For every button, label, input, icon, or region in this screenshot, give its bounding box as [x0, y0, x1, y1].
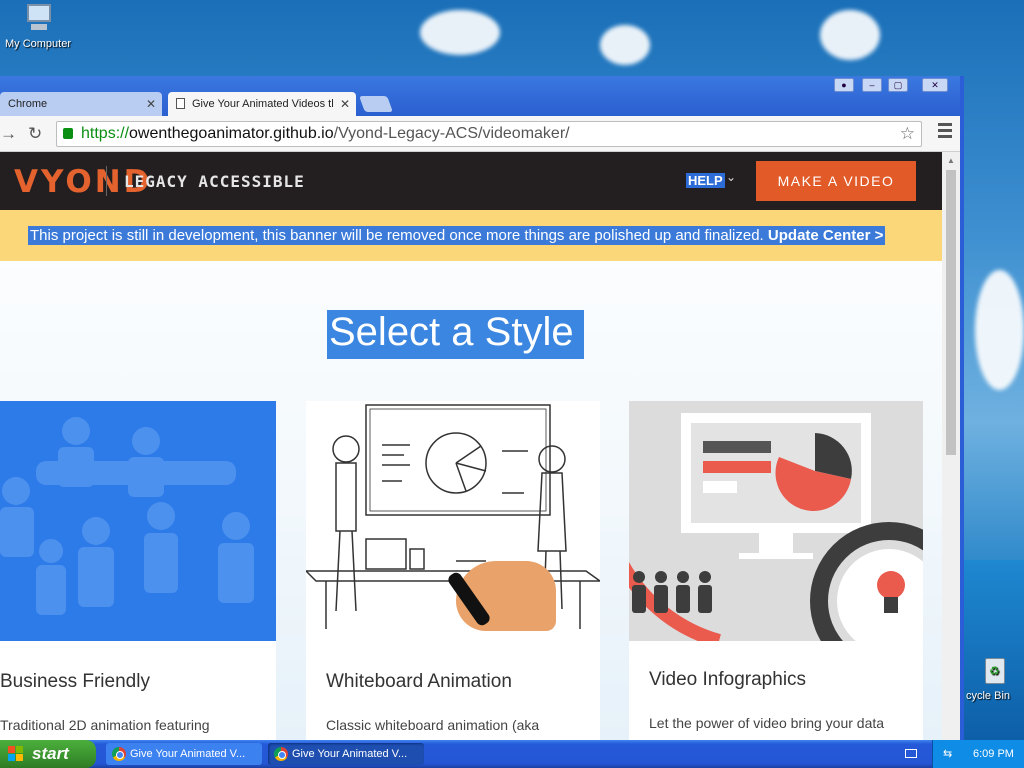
desktop-icon-my-computer[interactable]: My Computer — [2, 4, 74, 50]
close-button[interactable]: ✕ — [922, 78, 948, 92]
computer-icon — [21, 4, 55, 34]
recycle-bin-icon: ♻ — [971, 656, 1005, 686]
dev-banner: This project is still in development, th… — [0, 210, 942, 261]
address-bar[interactable]: https://owenthegoanimator.github.io/Vyon… — [56, 121, 922, 147]
tab-give-your-animated-videos[interactable]: Give Your Animated Videos tl ✕ — [168, 92, 356, 116]
desktop-icon-label: cycle Bin — [965, 690, 1011, 702]
business-friendly-illustration — [0, 401, 276, 641]
logo-divider — [106, 166, 107, 196]
whiteboard-illustration — [306, 401, 600, 641]
card-description: Let the power of video bring your data — [649, 715, 885, 731]
style-card-whiteboard-animation[interactable]: Whiteboard Animation Classic whiteboard … — [306, 401, 600, 740]
update-center-link[interactable]: Update Center > — [768, 227, 883, 244]
reload-icon[interactable]: ↻ — [28, 124, 42, 144]
url-host: owenthegoanimator.github.io — [129, 125, 334, 142]
scrollbar-thumb[interactable] — [946, 170, 956, 455]
minimize-button[interactable]: – — [862, 78, 882, 92]
menu-icon[interactable] — [938, 123, 952, 141]
scroll-up-icon[interactable]: ▲ — [947, 156, 955, 165]
clock[interactable]: 6:09 PM — [973, 748, 1014, 760]
back-arrow-icon[interactable]: → — [0, 124, 17, 144]
chrome-icon — [274, 747, 288, 761]
url-path: /Vyond-Legacy-ACS/videomaker/ — [333, 125, 570, 142]
windows-flag-icon — [8, 746, 23, 761]
page-title: Select a Style — [327, 310, 584, 359]
infographics-illustration — [629, 401, 923, 641]
card-title: Video Infographics — [649, 669, 807, 690]
site-header: VYOND LEGACY ACCESSIBLE HELP ⌄ MAKE A VI… — [0, 152, 942, 210]
title-bar: Chrome ✕ Give Your Animated Videos tl ✕ … — [0, 76, 960, 116]
maximize-button[interactable]: ▢ — [888, 78, 908, 92]
taskbar-item-label: Give Your Animated V... — [130, 748, 246, 760]
taskbar-item[interactable]: Give Your Animated V... — [268, 743, 424, 765]
help-menu[interactable]: HELP — [686, 173, 725, 188]
make-a-video-button[interactable]: MAKE A VIDEO — [756, 161, 916, 201]
banner-message: This project is still in development, th… — [30, 227, 764, 244]
tab-title: Chrome — [8, 98, 48, 110]
new-tab-button[interactable] — [359, 96, 393, 112]
url-scheme: https:// — [81, 125, 130, 142]
logo-subtitle: LEGACY ACCESSIBLE — [124, 172, 305, 191]
start-label: start — [32, 744, 69, 763]
style-card-business-friendly[interactable]: Business Friendly Traditional 2D animati… — [0, 401, 276, 740]
desktop-icon-label: My Computer — [4, 38, 72, 50]
keyboard-icon[interactable] — [905, 749, 917, 758]
vertical-scrollbar[interactable]: ▲ — [942, 152, 960, 740]
card-title: Business Friendly — [0, 671, 150, 692]
chrome-icon — [112, 747, 126, 761]
browser-toolbar: → ↻ https://owenthegoanimator.github.io/… — [0, 116, 960, 152]
browser-window: Chrome ✕ Give Your Animated Videos tl ✕ … — [0, 76, 964, 740]
close-tab-icon[interactable]: ✕ — [146, 92, 156, 116]
banner-text: This project is still in development, th… — [28, 226, 886, 245]
user-icon[interactable]: ● — [834, 78, 854, 92]
card-description: Classic whiteboard animation (aka — [326, 717, 540, 733]
card-description: Traditional 2D animation featuring — [0, 717, 210, 733]
close-tab-icon[interactable]: ✕ — [340, 92, 350, 116]
start-button[interactable]: start — [0, 740, 96, 768]
taskbar-item[interactable]: Give Your Animated V... — [106, 743, 262, 765]
bookmark-star-icon[interactable]: ☆ — [900, 122, 915, 146]
chevron-down-icon[interactable]: ⌄ — [726, 170, 736, 184]
lock-icon — [63, 128, 73, 139]
page-viewport: VYOND LEGACY ACCESSIBLE HELP ⌄ MAKE A VI… — [0, 152, 942, 740]
taskbar: start Give Your Animated V... Give Your … — [0, 740, 1024, 768]
style-card-video-infographics[interactable]: Video Infographics Let the power of vide… — [629, 401, 923, 740]
page-icon — [176, 98, 185, 109]
network-icon[interactable]: ⇆ — [943, 740, 952, 768]
tab-chrome[interactable]: Chrome ✕ — [0, 92, 162, 116]
tab-title: Give Your Animated Videos tl — [192, 98, 334, 110]
taskbar-item-label: Give Your Animated V... — [292, 748, 408, 760]
system-tray: ⇆ 6:09 PM — [932, 740, 1024, 768]
card-title: Whiteboard Animation — [326, 671, 512, 692]
